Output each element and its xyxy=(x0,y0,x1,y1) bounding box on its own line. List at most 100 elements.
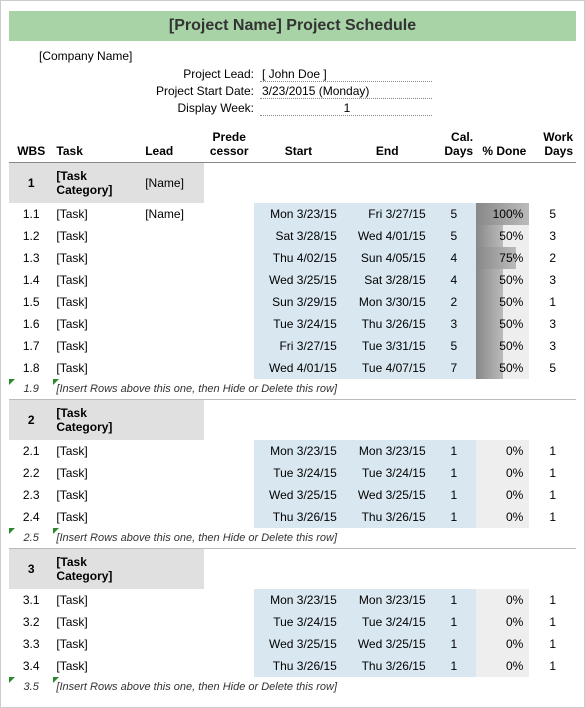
cell-start[interactable]: Wed 4/01/15 xyxy=(254,357,343,379)
cell-lead[interactable] xyxy=(142,247,204,269)
cell-start[interactable]: Wed 3/25/15 xyxy=(254,633,343,655)
cell-pred[interactable] xyxy=(204,655,254,677)
cell-pct-done[interactable]: 0% xyxy=(476,506,529,528)
cell-workdays[interactable]: 3 xyxy=(529,335,576,357)
cell-task[interactable]: [Task] xyxy=(53,611,142,633)
cell-pct-done[interactable]: 50% xyxy=(476,357,529,379)
cell-task[interactable]: [Task] xyxy=(53,484,142,506)
cell-wbs[interactable]: 2.4 xyxy=(9,506,53,528)
cell-pct-done[interactable]: 0% xyxy=(476,484,529,506)
cell-lead[interactable]: [Name] xyxy=(142,163,204,204)
cell-task[interactable]: [Task] xyxy=(53,247,142,269)
cell-task[interactable]: [Task] xyxy=(53,589,142,611)
cell-lead[interactable] xyxy=(142,291,204,313)
cell-task[interactable]: [Task] xyxy=(53,357,142,379)
cell-end[interactable]: Sat 3/28/15 xyxy=(343,269,432,291)
cell-task[interactable]: [Task] xyxy=(53,203,142,225)
cell-start[interactable]: Mon 3/23/15 xyxy=(254,203,343,225)
cell-task[interactable]: [Task] xyxy=(53,313,142,335)
cell-pct-done[interactable]: 0% xyxy=(476,589,529,611)
cell-pred[interactable] xyxy=(204,291,254,313)
cell-workdays[interactable]: 1 xyxy=(529,484,576,506)
cell-wbs[interactable]: 1.7 xyxy=(9,335,53,357)
cell-wbs[interactable]: 3.1 xyxy=(9,589,53,611)
cell-workdays[interactable]: 1 xyxy=(529,589,576,611)
cell-pred[interactable] xyxy=(204,484,254,506)
project-lead-value[interactable]: [ John Doe ] xyxy=(260,67,432,82)
cell-caldays[interactable]: 4 xyxy=(432,247,476,269)
cell-workdays[interactable]: 1 xyxy=(529,291,576,313)
cell-start[interactable]: Thu 3/26/15 xyxy=(254,506,343,528)
cell-pred[interactable] xyxy=(204,247,254,269)
cell-workdays[interactable]: 2 xyxy=(529,247,576,269)
cell-wbs[interactable]: 2.3 xyxy=(9,484,53,506)
display-week-value[interactable]: 1 xyxy=(260,101,432,116)
cell-wbs[interactable]: 2.2 xyxy=(9,462,53,484)
cell-caldays[interactable]: 4 xyxy=(432,269,476,291)
cell-lead[interactable] xyxy=(142,313,204,335)
cell-pred[interactable] xyxy=(204,225,254,247)
cell-caldays[interactable]: 1 xyxy=(432,589,476,611)
cell-end[interactable]: Thu 3/26/15 xyxy=(343,506,432,528)
cell-end[interactable]: Wed 4/01/15 xyxy=(343,225,432,247)
cell-pred[interactable] xyxy=(204,269,254,291)
cell-wbs[interactable]: 3.3 xyxy=(9,633,53,655)
cell-category[interactable]: [Task Category] xyxy=(53,400,142,440)
cell-pct-done[interactable]: 50% xyxy=(476,335,529,357)
cell-wbs[interactable]: 1 xyxy=(9,163,53,204)
cell-start[interactable]: Wed 3/25/15 xyxy=(254,269,343,291)
cell-wbs[interactable]: 1.1 xyxy=(9,203,53,225)
cell-end[interactable]: Thu 3/26/15 xyxy=(343,655,432,677)
cell-workdays[interactable]: 1 xyxy=(529,655,576,677)
cell-wbs[interactable]: 1.3 xyxy=(9,247,53,269)
cell-workdays[interactable]: 3 xyxy=(529,313,576,335)
cell-category[interactable]: [Task Category] xyxy=(53,163,142,204)
cell-start[interactable]: Mon 3/23/15 xyxy=(254,440,343,462)
cell-start[interactable]: Tue 3/24/15 xyxy=(254,462,343,484)
cell-pct-done[interactable]: 50% xyxy=(476,291,529,313)
cell-end[interactable]: Tue 3/24/15 xyxy=(343,611,432,633)
cell-pct-done[interactable]: 50% xyxy=(476,313,529,335)
cell-workdays[interactable]: 5 xyxy=(529,203,576,225)
cell-caldays[interactable]: 2 xyxy=(432,291,476,313)
cell-end[interactable]: Fri 3/27/15 xyxy=(343,203,432,225)
cell-pred[interactable] xyxy=(204,506,254,528)
cell-workdays[interactable]: 1 xyxy=(529,611,576,633)
cell-pct-done[interactable]: 0% xyxy=(476,655,529,677)
cell-pct-done[interactable]: 0% xyxy=(476,633,529,655)
cell-start[interactable]: Tue 3/24/15 xyxy=(254,611,343,633)
cell-pct-done[interactable]: 50% xyxy=(476,269,529,291)
cell-lead[interactable] xyxy=(142,462,204,484)
cell-end[interactable]: Mon 3/30/15 xyxy=(343,291,432,313)
cell-lead[interactable] xyxy=(142,611,204,633)
cell-caldays[interactable]: 1 xyxy=(432,484,476,506)
cell-workdays[interactable]: 5 xyxy=(529,357,576,379)
cell-end[interactable]: Wed 3/25/15 xyxy=(343,484,432,506)
cell-end[interactable]: Wed 3/25/15 xyxy=(343,633,432,655)
cell-lead[interactable] xyxy=(142,506,204,528)
cell-wbs[interactable]: 2.1 xyxy=(9,440,53,462)
cell-lead[interactable] xyxy=(142,655,204,677)
cell-pred[interactable] xyxy=(204,611,254,633)
cell-pct-done[interactable]: 75% xyxy=(476,247,529,269)
cell-end[interactable]: Tue 3/24/15 xyxy=(343,462,432,484)
cell-lead[interactable] xyxy=(142,633,204,655)
cell-pred[interactable] xyxy=(204,335,254,357)
cell-pred[interactable] xyxy=(204,589,254,611)
cell-task[interactable]: [Task] xyxy=(53,506,142,528)
cell-end[interactable]: Sun 4/05/15 xyxy=(343,247,432,269)
cell-end[interactable]: Mon 3/23/15 xyxy=(343,440,432,462)
cell-start[interactable]: Sat 3/28/15 xyxy=(254,225,343,247)
cell-caldays[interactable]: 7 xyxy=(432,357,476,379)
cell-task[interactable]: [Task] xyxy=(53,440,142,462)
cell-pct-done[interactable]: 0% xyxy=(476,440,529,462)
cell-lead[interactable] xyxy=(142,225,204,247)
cell-workdays[interactable]: 1 xyxy=(529,633,576,655)
cell-workdays[interactable]: 1 xyxy=(529,506,576,528)
cell-wbs[interactable]: 1.6 xyxy=(9,313,53,335)
cell-task[interactable]: [Task] xyxy=(53,269,142,291)
cell-lead[interactable]: [Name] xyxy=(142,203,204,225)
cell-caldays[interactable]: 1 xyxy=(432,440,476,462)
cell-lead[interactable] xyxy=(142,440,204,462)
cell-wbs[interactable]: 1.5 xyxy=(9,291,53,313)
